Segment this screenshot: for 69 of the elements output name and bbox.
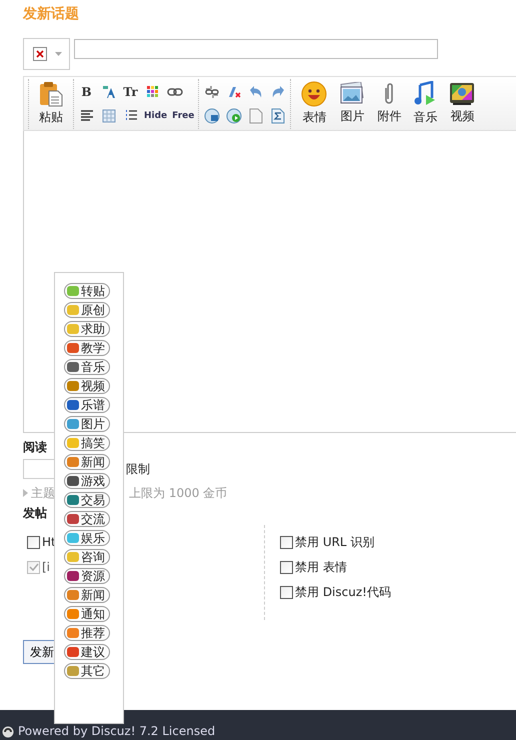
menu-item[interactable]: 教学 (64, 340, 110, 356)
checkbox[interactable] (280, 536, 293, 548)
insert-button[interactable]: 音乐 (407, 81, 444, 126)
align-left-icon[interactable] (80, 108, 94, 122)
menu-item[interactable]: 原创 (64, 302, 110, 318)
option-label: 禁用 URL 识别 (295, 534, 374, 550)
insert-button[interactable]: 图片 (333, 82, 372, 125)
checkbox[interactable] (27, 536, 40, 548)
redo-icon[interactable] (270, 84, 285, 98)
icon-select[interactable] (23, 38, 70, 70)
hint-text: 上限为 1000 金币 (129, 484, 228, 502)
hint-text: 限制 (126, 460, 150, 478)
dropdown-caret-icon (55, 52, 62, 56)
subject-field[interactable] (74, 39, 438, 59)
table-icon[interactable] (102, 108, 116, 122)
menu-item[interactable]: 图片 (64, 416, 110, 432)
list-icon[interactable] (124, 108, 138, 122)
checkbox[interactable] (280, 560, 293, 574)
menu-item[interactable]: 推荐 (64, 625, 110, 641)
music-note-icon (413, 81, 438, 107)
disc-play-icon[interactable] (226, 108, 242, 124)
font-color-icon[interactable] (100, 84, 116, 100)
footer-text: Powered by Discuz! 7.2 Licensed (18, 724, 216, 738)
smiley-icon (301, 81, 328, 107)
menu-item[interactable]: 视频 (64, 378, 110, 394)
broken-image-icon (33, 47, 47, 61)
link-icon[interactable] (166, 86, 182, 96)
insert-button[interactable]: 视频 (443, 82, 482, 125)
menu-item[interactable]: 咨询 (64, 549, 110, 565)
page-icon[interactable] (248, 108, 263, 124)
option-label: 禁用 Discuz!代码 (295, 584, 391, 600)
format-button[interactable]: Hide (144, 110, 168, 120)
section-label: 发帖 (23, 505, 47, 522)
menu-item[interactable]: 娱乐 (64, 530, 110, 546)
insert-button[interactable]: 附件 (371, 82, 408, 125)
menu-item[interactable]: 新闻 (64, 454, 110, 470)
menu-item[interactable]: 搞笑 (64, 435, 110, 451)
menu-item[interactable]: 资源 (64, 568, 110, 584)
clipboard-icon (39, 81, 63, 107)
menu-item[interactable]: 通知 (64, 606, 110, 622)
paste-button[interactable]: 粘贴 (33, 81, 69, 126)
menu-item[interactable]: 求助 (64, 321, 110, 337)
unlink-icon[interactable] (204, 84, 220, 98)
color-grid-icon[interactable] (146, 84, 160, 98)
submit-button[interactable]: 发新 (23, 640, 54, 664)
menu-item[interactable]: 音乐 (64, 359, 110, 375)
menu-item[interactable]: 交流 (64, 511, 110, 527)
disc-icon[interactable] (204, 108, 220, 124)
option-label: 禁用 表情 (295, 558, 347, 576)
menu-item[interactable]: 交易 (64, 492, 110, 508)
page-title: 发新话题 (22, 4, 80, 24)
format-button[interactable]: Tr (122, 84, 139, 98)
picture-icon (339, 82, 366, 106)
format-button[interactable]: Free (172, 110, 194, 120)
formula-page-icon[interactable] (270, 108, 285, 124)
section-label: 阅读 (23, 439, 47, 456)
menu-item[interactable]: 建议 (64, 644, 110, 660)
menu-item[interactable]: 乐谱 (64, 397, 110, 413)
menu-item[interactable]: 转贴 (64, 283, 110, 299)
menu-item[interactable]: 其它 (64, 663, 110, 679)
menu-item[interactable]: 新闻 (64, 587, 110, 603)
checkbox[interactable] (280, 586, 293, 598)
reward-label: 主题 (31, 484, 55, 502)
format-button[interactable]: B (78, 84, 95, 98)
option-label: [i (42, 560, 50, 574)
menu-item[interactable]: 游戏 (64, 473, 110, 489)
insert-button[interactable]: 表情 (295, 81, 334, 126)
undo-icon[interactable] (248, 84, 263, 98)
video-screen-icon (449, 82, 476, 106)
